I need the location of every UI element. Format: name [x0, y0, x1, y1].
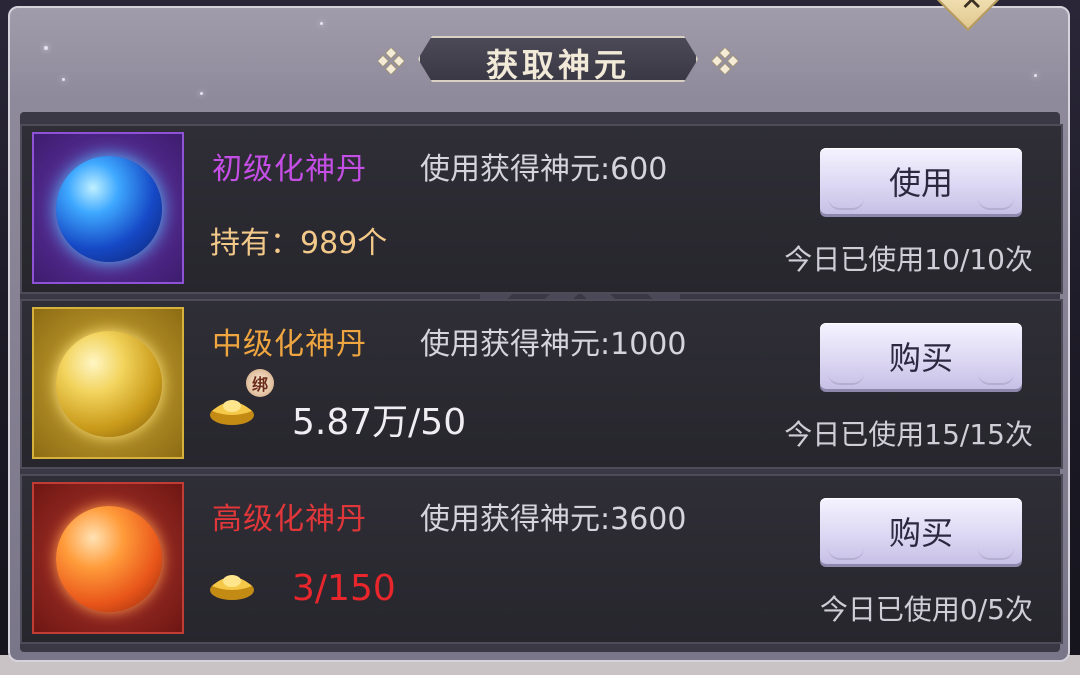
sparkle-icon [200, 92, 203, 95]
bind-badge: 绑 [246, 369, 274, 397]
blue-orb-icon [56, 156, 162, 262]
use-button-label: 使用 [888, 164, 953, 202]
owned-count: 持有：989个 [210, 226, 388, 261]
buy-button[interactable]: 购买 [820, 498, 1022, 564]
button-curl-ornament [978, 198, 1014, 210]
sparkle-icon [62, 78, 65, 81]
buy-button-label: 购买 [888, 514, 953, 552]
daily-usage: 今日已使用0/5次 [819, 593, 1033, 626]
sparkle-icon [1034, 74, 1037, 77]
gain-text: 使用获得神元:3600 [420, 502, 687, 537]
list-item: 初级化神丹 使用获得神元:600 持有：989个 使用 今日已使用10/10次 [20, 124, 1063, 294]
item-icon-frame[interactable] [32, 132, 184, 284]
diamond-ornament-icon [378, 48, 404, 74]
button-curl-ornament [978, 548, 1014, 560]
daily-usage: 今日已使用10/10次 [784, 243, 1033, 276]
orange-orb-icon [56, 506, 162, 612]
daily-usage: 今日已使用15/15次 [784, 418, 1033, 451]
close-button[interactable]: ✕ [936, 0, 1002, 36]
gold-ingot-icon [210, 400, 254, 425]
list-item: 高级化神丹 使用获得神元:3600 3/150 购买 今日已使用0/5次 [20, 474, 1063, 644]
item-icon-frame[interactable] [32, 482, 184, 634]
button-curl-ornament [978, 373, 1014, 385]
sparkle-icon [44, 46, 48, 50]
title-plate: 获取神元 [418, 36, 698, 82]
gold-orb-icon [56, 331, 162, 437]
diamond-ornament-icon [712, 48, 738, 74]
title-banner: 获取神元 [378, 28, 738, 88]
dialog-title: 获取神元 [485, 46, 630, 84]
buy-button[interactable]: 购买 [820, 323, 1022, 389]
button-curl-ornament [828, 198, 864, 210]
item-name: 中级化神丹 [212, 327, 367, 362]
button-curl-ornament [828, 548, 864, 560]
sparkle-icon [320, 22, 323, 25]
button-curl-ornament [828, 373, 864, 385]
gain-text: 使用获得神元:600 [420, 152, 668, 187]
item-icon-frame[interactable] [32, 307, 184, 459]
gain-text: 使用获得神元:1000 [420, 327, 687, 362]
price-text: 5.87万/50 [292, 402, 467, 443]
item-name: 高级化神丹 [212, 502, 367, 537]
price-text: 3/150 [292, 568, 396, 609]
list-item: 中级化神丹 使用获得神元:1000 绑 5.87万/50 购买 今日已使用15/… [20, 299, 1063, 469]
item-name: 初级化神丹 [212, 152, 367, 187]
close-icon: ✕ [960, 0, 984, 17]
buy-button-label: 购买 [888, 339, 953, 377]
gold-ingot-icon [210, 575, 254, 600]
use-button[interactable]: 使用 [820, 148, 1022, 214]
